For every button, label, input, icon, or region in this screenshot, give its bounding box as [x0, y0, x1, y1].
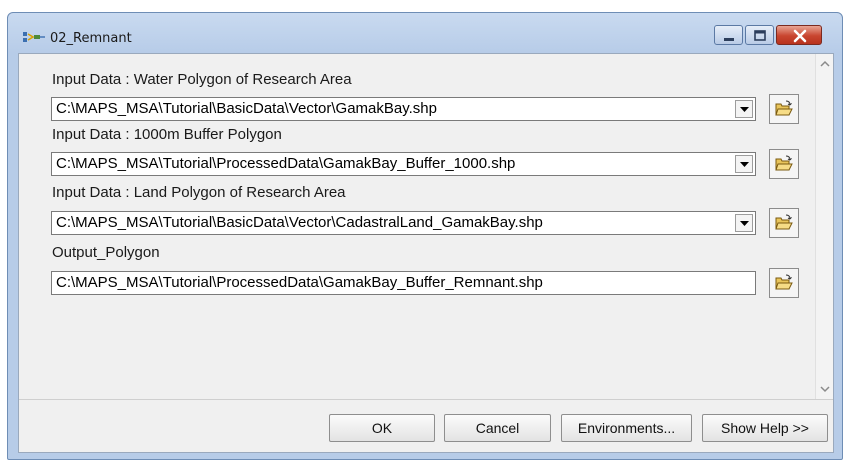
water-polygon-dropdown-button[interactable]	[735, 100, 753, 118]
water-polygon-combobox[interactable]: C:\MAPS_MSA\Tutorial\BasicData\Vector\Ga…	[51, 97, 756, 121]
maximize-icon	[754, 30, 766, 41]
minimize-button[interactable]	[714, 25, 743, 45]
minimize-icon	[724, 38, 734, 41]
dialog-window: 02_Remnant Input Data : Water Polygon of…	[7, 12, 843, 460]
land-polygon-browse-button[interactable]	[769, 208, 799, 238]
close-icon	[793, 29, 807, 43]
open-folder-icon	[775, 274, 793, 290]
output-polygon-value: C:\MAPS_MSA\Tutorial\ProcessedData\Gamak…	[56, 274, 543, 291]
water-polygon-browse-button[interactable]	[769, 94, 799, 124]
land-polygon-dropdown-button[interactable]	[735, 214, 753, 232]
buffer-polygon-combobox[interactable]: C:\MAPS_MSA\Tutorial\ProcessedData\Gamak…	[51, 152, 756, 176]
water-polygon-label: Input Data : Water Polygon of Research A…	[52, 71, 352, 88]
buffer-polygon-value: C:\MAPS_MSA\Tutorial\ProcessedData\Gamak…	[56, 155, 516, 172]
vertical-scrollbar[interactable]	[815, 54, 833, 399]
parameter-panel: Input Data : Water Polygon of Research A…	[19, 54, 815, 399]
dropdown-arrow-icon	[740, 162, 749, 167]
dropdown-arrow-icon	[740, 107, 749, 112]
scroll-down-icon[interactable]	[820, 385, 830, 393]
cancel-button[interactable]: Cancel	[444, 414, 551, 442]
ok-button[interactable]: OK	[329, 414, 435, 442]
title-bar[interactable]: 02_Remnant	[8, 13, 842, 53]
button-bar: OK Cancel Environments... Show Help >>	[19, 399, 833, 452]
show-help-button[interactable]: Show Help >>	[702, 414, 828, 442]
maximize-button[interactable]	[745, 25, 774, 45]
open-folder-icon	[775, 100, 793, 116]
open-folder-icon	[775, 155, 793, 171]
window-title: 02_Remnant	[50, 31, 132, 46]
tool-icon	[22, 29, 46, 45]
buffer-polygon-dropdown-button[interactable]	[735, 155, 753, 173]
open-folder-icon	[775, 214, 793, 230]
dialog-body: Input Data : Water Polygon of Research A…	[18, 53, 834, 453]
buffer-polygon-browse-button[interactable]	[769, 149, 799, 179]
land-polygon-label: Input Data : Land Polygon of Research Ar…	[52, 184, 346, 201]
output-polygon-label: Output_Polygon	[52, 244, 160, 261]
buffer-polygon-label: Input Data : 1000m Buffer Polygon	[52, 126, 282, 143]
output-polygon-input[interactable]: C:\MAPS_MSA\Tutorial\ProcessedData\Gamak…	[51, 271, 756, 295]
land-polygon-combobox[interactable]: C:\MAPS_MSA\Tutorial\BasicData\Vector\Ca…	[51, 211, 756, 235]
environments-button[interactable]: Environments...	[561, 414, 692, 442]
dropdown-arrow-icon	[740, 221, 749, 226]
water-polygon-value: C:\MAPS_MSA\Tutorial\BasicData\Vector\Ga…	[56, 100, 437, 117]
land-polygon-value: C:\MAPS_MSA\Tutorial\BasicData\Vector\Ca…	[56, 214, 543, 231]
output-polygon-browse-button[interactable]	[769, 268, 799, 298]
close-button[interactable]	[776, 25, 822, 45]
scroll-up-icon[interactable]	[820, 60, 830, 68]
